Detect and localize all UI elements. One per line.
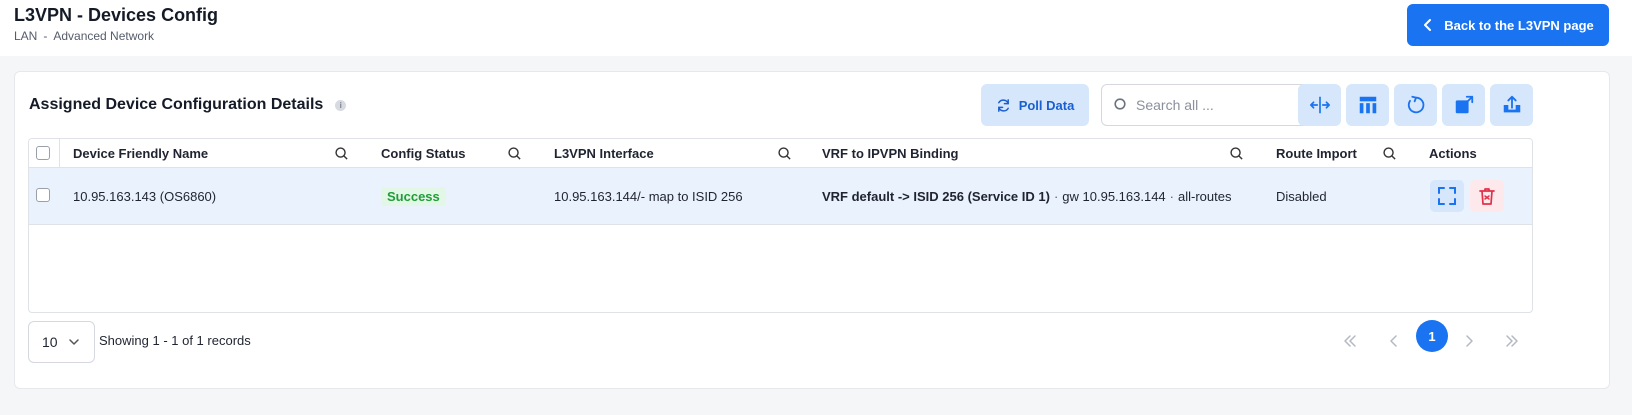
vrf-separator: · xyxy=(1169,189,1175,204)
column-header-actions: Actions xyxy=(1429,146,1477,161)
refresh-button[interactable] xyxy=(1394,84,1437,126)
export-button[interactable] xyxy=(1490,84,1533,126)
device-config-card: Assigned Device Configuration Details i … xyxy=(14,71,1610,389)
search-icon xyxy=(1114,98,1126,110)
table-row[interactable]: 10.95.163.143 (OS6860) Success 10.95.163… xyxy=(29,168,1532,225)
chevrons-left-icon xyxy=(1344,335,1356,347)
chevron-down-icon xyxy=(69,339,79,345)
open-external-button[interactable] xyxy=(1442,84,1485,126)
chevron-left-icon xyxy=(1424,19,1432,31)
table-layout-button[interactable] xyxy=(1346,84,1389,126)
vrf-binding-main: VRF default -> ISID 256 (Service ID 1) xyxy=(822,189,1050,204)
breadcrumb: LAN - Advanced Network xyxy=(14,29,154,43)
page-1-button[interactable]: 1 xyxy=(1416,320,1448,352)
back-button-label: Back to the L3VPN page xyxy=(1444,17,1594,33)
breadcrumb-separator: - xyxy=(43,29,48,43)
table-layout-icon xyxy=(1359,96,1376,114)
poll-data-button[interactable]: Poll Data xyxy=(981,84,1089,126)
column-resize-icon xyxy=(1309,96,1330,114)
column-resize-button[interactable] xyxy=(1298,84,1341,126)
back-to-l3vpn-button[interactable]: Back to the L3VPN page xyxy=(1407,4,1609,46)
last-page-button[interactable] xyxy=(1497,326,1527,356)
vrf-routes: all-routes xyxy=(1178,189,1232,204)
column-header-config-status[interactable]: Config Status xyxy=(381,139,466,168)
filter-interface-search-icon[interactable] xyxy=(777,146,792,161)
poll-data-label: Poll Data xyxy=(1018,97,1075,113)
info-icon[interactable]: i xyxy=(335,99,347,111)
device-name-cell: 10.95.163.143 (OS6860) xyxy=(73,189,217,204)
records-summary: Showing 1 - 1 of 1 records xyxy=(99,333,251,348)
chevron-left-icon xyxy=(1390,335,1397,347)
previous-page-button[interactable] xyxy=(1379,326,1409,356)
row-select-checkbox[interactable] xyxy=(36,188,50,202)
breadcrumb-item-lan[interactable]: LAN xyxy=(14,29,37,43)
open-external-icon xyxy=(1455,95,1473,114)
breadcrumb-item-advanced-network[interactable]: Advanced Network xyxy=(53,29,154,43)
select-all-checkbox[interactable] xyxy=(36,146,50,160)
card-title-text: Assigned Device Configuration Details xyxy=(29,96,324,113)
sync-icon xyxy=(997,98,1009,112)
config-status-cell: Success xyxy=(381,168,446,225)
chevron-right-icon xyxy=(1466,335,1473,347)
status-badge: Success xyxy=(381,187,446,206)
first-page-button[interactable] xyxy=(1335,326,1365,356)
delete-row-button[interactable] xyxy=(1470,180,1504,212)
vrf-gateway: gw 10.95.163.144 xyxy=(1062,189,1166,204)
filter-device-search-icon[interactable] xyxy=(334,146,349,161)
vrf-binding-cell: VRF default -> ISID 256 (Service ID 1) ·… xyxy=(822,168,1231,225)
column-header-device[interactable]: Device Friendly Name xyxy=(73,139,208,168)
filter-vrf-search-icon[interactable] xyxy=(1229,146,1244,161)
column-header-vrf-binding[interactable]: VRF to IPVPN Binding xyxy=(822,139,959,168)
chevrons-right-icon xyxy=(1506,335,1518,347)
export-icon xyxy=(1503,95,1520,113)
next-page-button[interactable] xyxy=(1454,326,1484,356)
page-size-value: 10 xyxy=(42,334,58,350)
page-header: L3VPN - Devices Config LAN - Advanced Ne… xyxy=(0,0,1632,56)
expand-icon xyxy=(1438,187,1456,205)
page-title: L3VPN - Devices Config xyxy=(14,5,219,25)
search-all-input[interactable] xyxy=(1136,97,1316,113)
vrf-separator: · xyxy=(1053,189,1059,204)
expand-row-button[interactable] xyxy=(1430,180,1464,212)
card-title: Assigned Device Configuration Details i xyxy=(29,96,347,114)
filter-route-import-search-icon[interactable] xyxy=(1382,146,1397,161)
trash-icon xyxy=(1479,188,1495,205)
route-import-cell: Disabled xyxy=(1276,189,1327,204)
interface-cell: 10.95.163.144/- map to ISID 256 xyxy=(554,189,743,204)
column-header-l3vpn-interface[interactable]: L3VPN Interface xyxy=(554,139,654,168)
table-header: Device Friendly Name Config Status L3VPN… xyxy=(29,139,1532,168)
column-header-route-import[interactable]: Route Import xyxy=(1276,139,1357,168)
device-config-table: Device Friendly Name Config Status L3VPN… xyxy=(28,138,1533,313)
page-size-select[interactable]: 10 xyxy=(28,321,95,363)
refresh-icon xyxy=(1407,95,1424,114)
filter-status-search-icon[interactable] xyxy=(507,146,522,161)
